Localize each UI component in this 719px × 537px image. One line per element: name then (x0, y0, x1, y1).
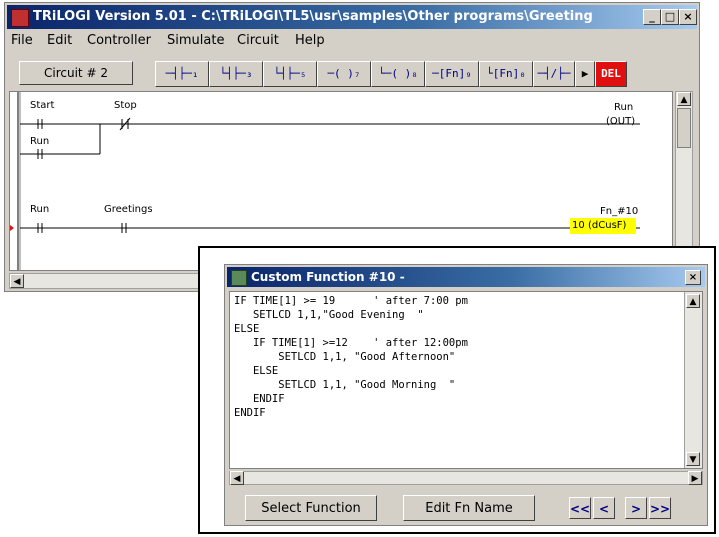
menu-edit[interactable]: Edit (47, 33, 72, 48)
editor-scroll-right-icon[interactable]: ▶ (688, 471, 702, 485)
toolbar: Circuit # 2 ─┤├─₁ └┤├─₃ └┤├─₅ ─( )₇ └─( … (7, 55, 697, 89)
ladder-horizontal-scrollbar[interactable]: ◀ (9, 273, 209, 289)
dialog-title-bar[interactable]: Custom Function #10 - × (227, 267, 705, 287)
next-function-button[interactable]: > (625, 497, 647, 519)
custom-function-window: Custom Function #10 - × IF TIME[1] >= 19… (224, 264, 708, 526)
edit-fn-name-button[interactable]: Edit Fn Name (403, 495, 535, 521)
function-code[interactable]: IF TIME[1] >= 19 ' after 7:00 pm SETLCD … (230, 292, 702, 422)
menu-controller[interactable]: Controller (87, 33, 151, 48)
tool-function[interactable]: ─[Fn]₉ (425, 61, 479, 87)
maximize-button[interactable]: □ (661, 9, 679, 25)
menu-bar: File Edit Controller Simulate Circuit He… (7, 31, 697, 51)
tool-coil[interactable]: ─( )₇ (317, 61, 371, 87)
editor-scroll-left-icon[interactable]: ◀ (230, 471, 244, 485)
scroll-left-icon[interactable]: ◀ (10, 274, 24, 288)
ladder-diagram (10, 92, 640, 270)
delete-button[interactable]: DEL (595, 61, 627, 87)
last-function-button[interactable]: >> (649, 497, 671, 519)
contact-start-label: Start (30, 100, 55, 111)
editor-scroll-down-icon[interactable]: ▼ (686, 452, 700, 466)
function-name-label: Fn_#10 (600, 206, 639, 217)
editor-horizontal-scrollbar[interactable]: ◀ ▶ (229, 471, 703, 485)
tool-branch-function[interactable]: └[Fn]₀ (479, 61, 533, 87)
contact-stop-label: Stop (114, 100, 137, 111)
tool-nc-contact[interactable]: ─┤/├─ (533, 61, 575, 87)
window-title: TRiLOGI Version 5.01 - C:\TRiLOGI\TL5\us… (33, 9, 593, 24)
contact-run-label: Run (30, 204, 50, 215)
ladder-canvas[interactable]: Start Stop Run Run (OUT) Run Greetings F… (9, 91, 673, 271)
trilogi-app-icon (11, 9, 29, 27)
contact-greetings-label: Greetings (104, 204, 153, 215)
custom-function-inset: Custom Function #10 - × IF TIME[1] >= 19… (198, 246, 716, 534)
main-title-bar[interactable]: TRiLOGI Version 5.01 - C:\TRiLOGI\TL5\us… (7, 5, 697, 29)
scroll-up-icon[interactable]: ▲ (677, 92, 691, 106)
tool-branch-contact[interactable]: └┤├─₃ (209, 61, 263, 87)
menu-help[interactable]: Help (295, 33, 325, 48)
play-icon[interactable]: ▶ (575, 61, 595, 87)
function-type-label: (dCusF) (588, 220, 627, 231)
dialog-title: Custom Function #10 - (251, 270, 405, 284)
tool-parallel-contact[interactable]: └┤├─₅ (263, 61, 317, 87)
rung-marker-icon (10, 225, 14, 231)
tool-branch-coil[interactable]: └─( )₈ (371, 61, 425, 87)
close-button[interactable]: × (679, 9, 697, 25)
menu-circuit[interactable]: Circuit (237, 33, 279, 48)
menu-simulate[interactable]: Simulate (167, 33, 224, 48)
dialog-close-button[interactable]: × (685, 270, 701, 285)
prev-function-button[interactable]: < (593, 497, 615, 519)
coil-out-label: (OUT) (606, 116, 636, 127)
ladder-vertical-scrollbar[interactable]: ▲ (675, 91, 693, 271)
code-editor[interactable]: IF TIME[1] >= 19 ' after 7:00 pm SETLCD … (229, 291, 703, 469)
function-window-icon (231, 270, 247, 286)
editor-vertical-scrollbar[interactable]: ▲ ▼ (684, 292, 702, 468)
coil-run-label: Run (614, 102, 634, 113)
branch-run-label: Run (30, 136, 50, 147)
function-number-label: 10 (572, 220, 585, 231)
circuit-number-button[interactable]: Circuit # 2 (19, 61, 133, 85)
minimize-button[interactable]: _ (643, 9, 661, 25)
menu-file[interactable]: File (11, 33, 33, 48)
first-function-button[interactable]: << (569, 497, 591, 519)
select-function-button[interactable]: Select Function (245, 495, 377, 521)
tool-contact[interactable]: ─┤├─₁ (155, 61, 209, 87)
editor-scroll-up-icon[interactable]: ▲ (686, 294, 700, 308)
scroll-thumb[interactable] (677, 108, 691, 148)
